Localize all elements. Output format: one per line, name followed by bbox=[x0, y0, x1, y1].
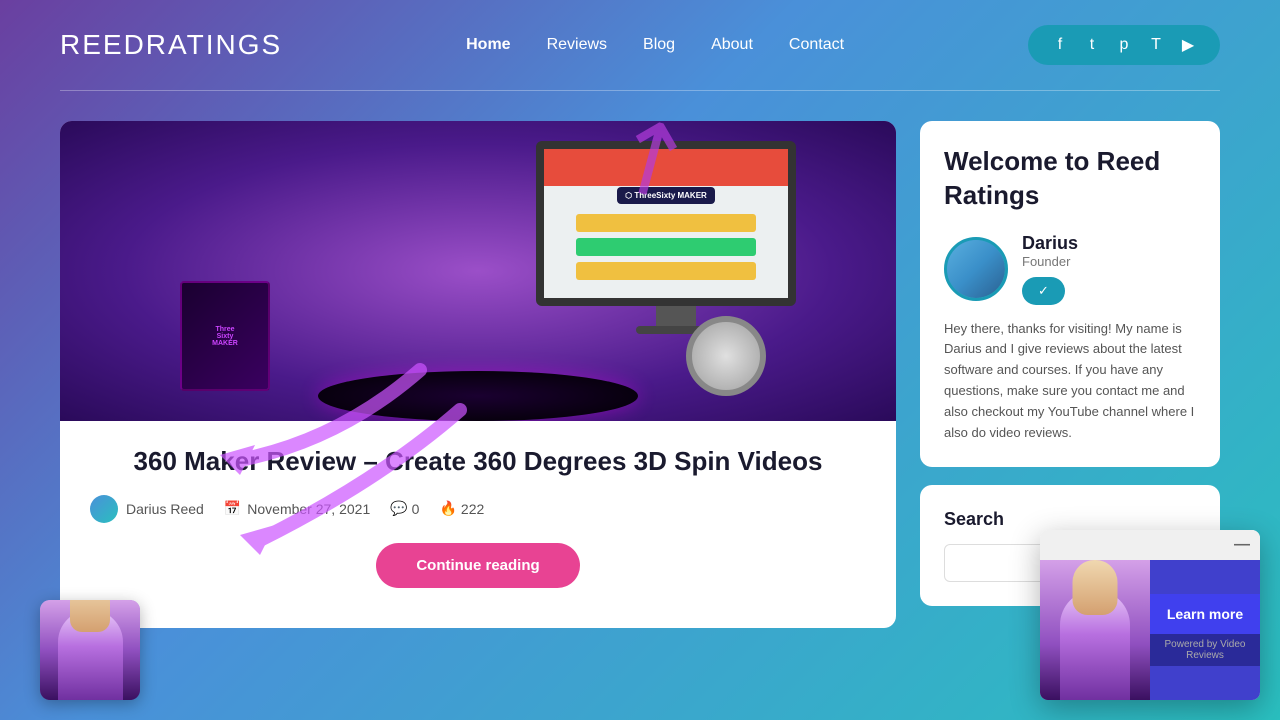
article-card: ⬡ ThreeSixty MAKER ThreeSixtyMAKER bbox=[60, 121, 896, 628]
comments-count: 0 bbox=[412, 501, 420, 517]
article-author: Darius Reed bbox=[90, 495, 204, 523]
search-title: Search bbox=[944, 509, 1196, 530]
nav-home[interactable]: Home bbox=[466, 36, 510, 54]
monitor-stand bbox=[656, 306, 696, 326]
powered-by-label: Powered by Video Reviews bbox=[1150, 634, 1260, 666]
avatar-image bbox=[947, 240, 1005, 298]
bottom-avatar-bg bbox=[40, 600, 140, 700]
article-title: 360 Maker Review – Create 360 Degrees 3D… bbox=[90, 445, 866, 479]
author-avatar-small bbox=[90, 495, 118, 523]
screen-button-1 bbox=[576, 214, 755, 232]
nav-blog[interactable]: Blog bbox=[643, 36, 675, 54]
header: ReedRatings Home Reviews Blog About Cont… bbox=[0, 0, 1280, 90]
bottom-person-head bbox=[70, 600, 110, 632]
social-bar: f t p T ▶ bbox=[1028, 25, 1220, 65]
tumblr-icon[interactable]: T bbox=[1144, 36, 1168, 54]
article-meta: Darius Reed 📅 November 27, 2021 💬 0 🔥 22… bbox=[90, 495, 866, 523]
comment-icon: 💬 bbox=[390, 500, 407, 517]
article-views: 🔥 222 bbox=[439, 500, 484, 517]
continue-reading-button[interactable]: Continue reading bbox=[376, 543, 579, 588]
nav-about[interactable]: About bbox=[711, 36, 753, 54]
camera-decoration bbox=[686, 316, 766, 396]
twitter-icon[interactable]: t bbox=[1080, 36, 1104, 54]
date-text: November 27, 2021 bbox=[247, 501, 370, 517]
article-body: 360 Maker Review – Create 360 Degrees 3D… bbox=[60, 421, 896, 598]
welcome-title: Welcome to Reed Ratings bbox=[944, 145, 1196, 213]
product-box-label: ThreeSixtyMAKER bbox=[212, 326, 238, 347]
video-person bbox=[1040, 560, 1150, 700]
video-preview bbox=[1040, 560, 1150, 700]
nav-reviews[interactable]: Reviews bbox=[547, 36, 607, 54]
video-popup: — Learn more Powered by Video Reviews bbox=[1040, 530, 1260, 700]
author-name: Darius Reed bbox=[126, 501, 204, 517]
sidebar-author-role: Founder bbox=[1022, 254, 1078, 269]
sidebar-author-name: Darius bbox=[1022, 233, 1078, 254]
check-icon: ✓ bbox=[1038, 283, 1049, 299]
article-image-bg: ⬡ ThreeSixty MAKER ThreeSixtyMAKER bbox=[60, 121, 896, 421]
screen-logo-text: ⬡ ThreeSixty MAKER bbox=[617, 187, 715, 204]
article-date: 📅 November 27, 2021 bbox=[224, 500, 370, 517]
learn-more-button[interactable]: Learn more bbox=[1150, 594, 1260, 634]
main-nav: Home Reviews Blog About Contact bbox=[466, 36, 844, 54]
pinterest-icon[interactable]: p bbox=[1112, 36, 1136, 54]
youtube-icon[interactable]: ▶ bbox=[1176, 35, 1200, 55]
video-popup-header: — bbox=[1040, 530, 1260, 560]
person-body bbox=[1060, 590, 1130, 700]
bottom-left-avatar bbox=[40, 600, 140, 700]
product-box: ThreeSixtyMAKER bbox=[180, 281, 270, 391]
nav-contact[interactable]: Contact bbox=[789, 36, 844, 54]
facebook-icon[interactable]: f bbox=[1048, 36, 1072, 54]
fire-icon: 🔥 bbox=[439, 500, 456, 517]
screen-button-2 bbox=[576, 238, 755, 256]
article-image: ⬡ ThreeSixty MAKER ThreeSixtyMAKER bbox=[60, 121, 896, 421]
site-logo[interactable]: ReedRatings bbox=[60, 29, 282, 61]
views-count: 222 bbox=[461, 501, 484, 517]
popup-close-button[interactable]: — bbox=[1234, 536, 1250, 554]
monitor-decoration: ⬡ ThreeSixty MAKER bbox=[536, 141, 816, 341]
video-popup-content: Learn more Powered by Video Reviews bbox=[1040, 560, 1260, 700]
article-comments: 💬 0 bbox=[390, 500, 419, 517]
sidebar-author-row: Darius Founder ✓ bbox=[944, 233, 1196, 305]
calendar-icon: 📅 bbox=[224, 500, 241, 517]
sidebar-author-info: Darius Founder ✓ bbox=[1022, 233, 1078, 305]
platform-decoration bbox=[318, 371, 638, 421]
sidebar-author-avatar bbox=[944, 237, 1008, 301]
video-cta: Learn more Powered by Video Reviews bbox=[1150, 560, 1260, 700]
author-follow-button[interactable]: ✓ bbox=[1022, 277, 1065, 305]
bottom-person-body bbox=[58, 610, 123, 700]
person-head bbox=[1073, 560, 1118, 615]
welcome-card: Welcome to Reed Ratings Darius Founder ✓… bbox=[920, 121, 1220, 467]
monitor-screen: ⬡ ThreeSixty MAKER bbox=[536, 141, 796, 306]
screen-button-3 bbox=[576, 262, 755, 280]
welcome-description: Hey there, thanks for visiting! My name … bbox=[944, 319, 1196, 444]
